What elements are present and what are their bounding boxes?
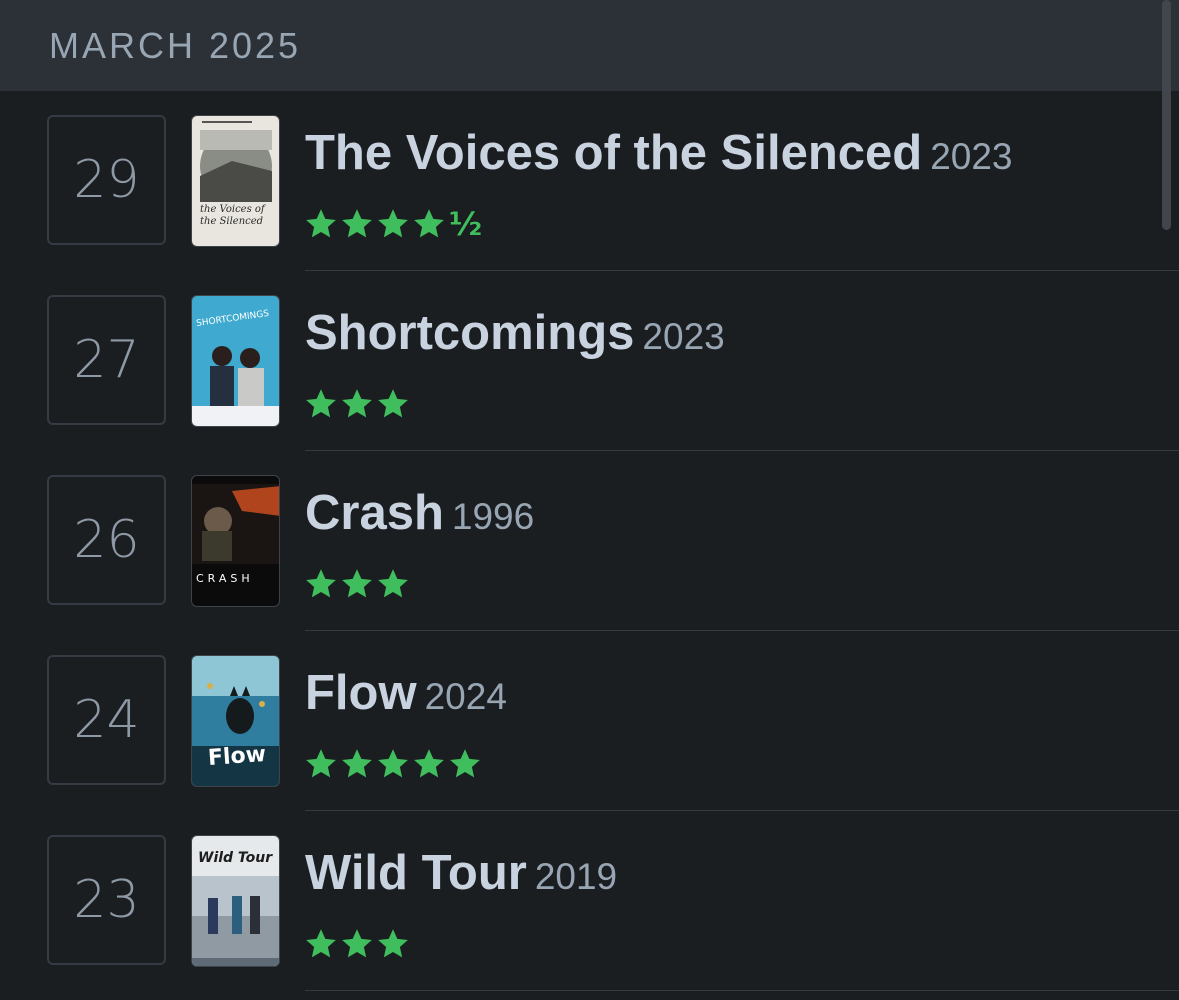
star-icon	[342, 209, 372, 238]
day-number: 29	[73, 150, 140, 210]
star-icon	[378, 929, 408, 958]
film-year[interactable]: 2023	[642, 316, 724, 357]
star-icon	[306, 929, 336, 958]
day-number: 23	[73, 870, 140, 930]
day-box: 29	[47, 115, 166, 245]
row-divider	[305, 990, 1179, 991]
film-title[interactable]: The Voices of the Silenced	[305, 126, 922, 180]
star-icon	[306, 209, 336, 238]
day-number: 24	[73, 690, 140, 750]
poster-art	[192, 484, 279, 564]
star-icon	[414, 209, 444, 238]
star-icon	[342, 389, 372, 418]
star-icon	[342, 749, 372, 778]
star-icon	[378, 569, 408, 598]
star-rating	[303, 384, 411, 424]
day-box: 24	[47, 655, 166, 785]
star-icon	[414, 749, 444, 778]
film-year[interactable]: 1996	[452, 496, 534, 537]
month-title: MARCH 2025	[49, 25, 302, 66]
day-number: 26	[73, 510, 140, 570]
day-number: 27	[73, 330, 140, 390]
star-rating	[303, 924, 411, 964]
film-poster[interactable]: SHORTCOMINGS	[191, 295, 280, 427]
diary-entry[interactable]: 23 Wild Tour Wild Tour 2019	[0, 811, 1179, 991]
film-year[interactable]: 2023	[930, 136, 1012, 177]
film-poster[interactable]: Flow	[191, 655, 280, 787]
film-title[interactable]: Shortcomings	[305, 306, 634, 360]
poster-title: CRASH	[196, 572, 254, 585]
star-icon	[378, 389, 408, 418]
month-header: MARCH 2025	[0, 0, 1179, 91]
day-box: 27	[47, 295, 166, 425]
diary-entry[interactable]: 27 SHORTCOMINGS Shortcomings 2023	[0, 271, 1179, 451]
star-icon	[378, 209, 408, 238]
diary-entry[interactable]: 26 CRASH Crash 1996	[0, 451, 1179, 631]
star-icon	[306, 569, 336, 598]
film-title[interactable]: Wild Tour	[305, 846, 527, 900]
poster-title: Wild Tour	[198, 850, 273, 866]
star-icon	[342, 569, 372, 598]
film-year[interactable]: 2024	[425, 676, 507, 717]
film-poster[interactable]: CRASH	[191, 475, 280, 607]
star-rating: ½	[303, 204, 482, 244]
diary-entry[interactable]: 29 the Voices of the Silenced The Voices…	[0, 91, 1179, 271]
half-star-icon: ½	[449, 205, 483, 243]
star-icon	[342, 929, 372, 958]
day-box: 26	[47, 475, 166, 605]
film-poster[interactable]: the Voices of the Silenced	[191, 115, 280, 247]
star-icon	[306, 749, 336, 778]
film-poster[interactable]: Wild Tour	[191, 835, 280, 967]
star-icon	[378, 749, 408, 778]
day-box: 23	[47, 835, 166, 965]
star-rating	[303, 564, 411, 604]
diary-entry[interactable]: 24 Flow Flow 2024	[0, 631, 1179, 811]
star-icon	[306, 389, 336, 418]
star-rating	[303, 744, 483, 784]
star-icon	[450, 749, 480, 778]
film-title[interactable]: Crash	[305, 486, 444, 540]
poster-title: the Voices of the Silenced	[200, 204, 265, 227]
film-title[interactable]: Flow	[305, 666, 417, 720]
film-year[interactable]: 2019	[535, 856, 617, 897]
poster-title: Flow	[207, 742, 267, 771]
